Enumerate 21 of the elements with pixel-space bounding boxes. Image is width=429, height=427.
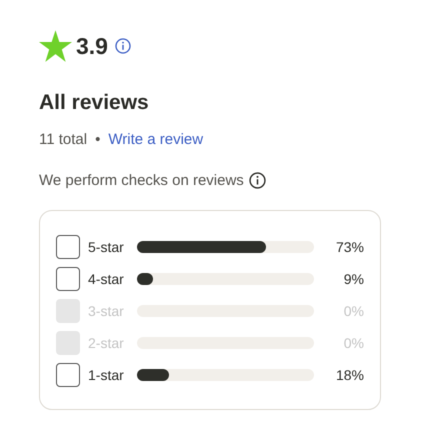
percent-value: 73% <box>334 238 364 257</box>
info-icon[interactable] <box>248 172 266 190</box>
filter-label: 2-star <box>87 334 125 353</box>
percent-value: 0% <box>342 302 364 321</box>
filter-label: 4-star <box>87 270 125 289</box>
percent-value: 9% <box>342 270 364 289</box>
checks-note: We perform checks on reviews <box>39 170 244 191</box>
filter-label: 5-star <box>87 238 125 257</box>
filter-label: 3-star <box>87 302 125 321</box>
checkbox[interactable] <box>56 267 80 292</box>
write-review-link[interactable]: Write a review <box>108 129 204 152</box>
section-heading: All reviews <box>39 90 150 116</box>
separator-dot: • <box>95 130 100 150</box>
star-icon <box>39 30 72 62</box>
review-count: 11 total <box>39 130 88 150</box>
percent-value: 18% <box>334 366 364 385</box>
checkbox[interactable] <box>56 363 80 388</box>
rating-value: 3.9 <box>76 34 108 58</box>
percent-value: 0% <box>342 334 364 353</box>
checkbox[interactable] <box>56 235 80 260</box>
filter-label: 1-star <box>87 366 125 385</box>
